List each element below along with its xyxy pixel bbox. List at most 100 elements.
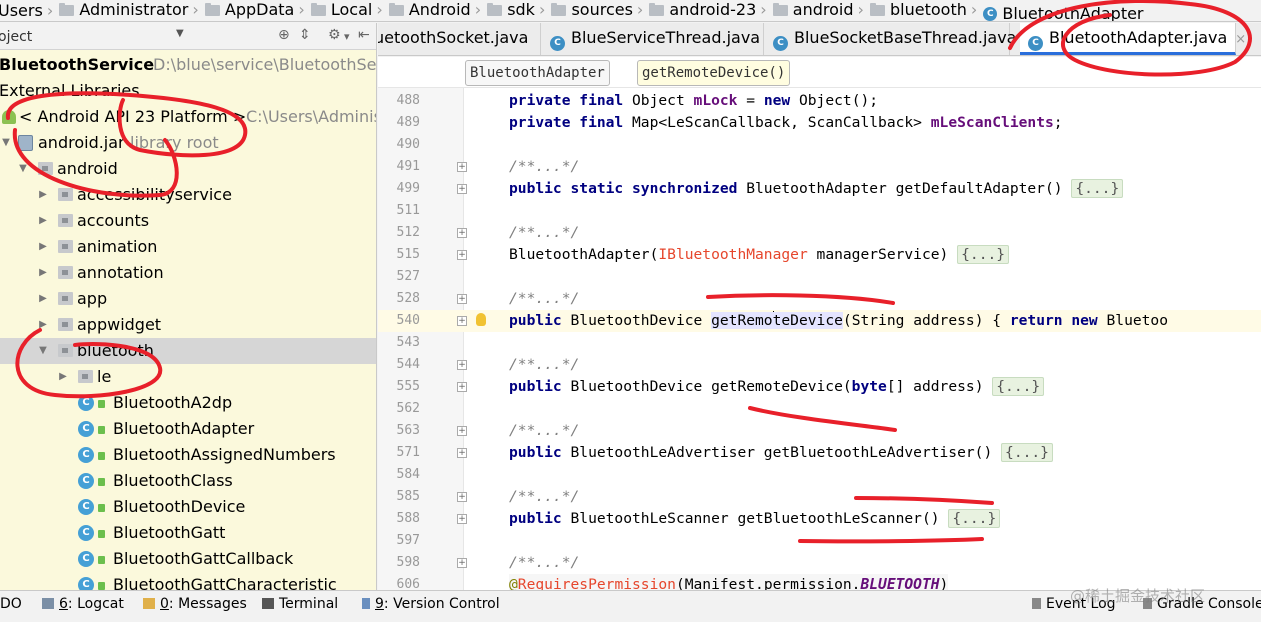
collapse-all-icon[interactable]: ⇕ xyxy=(299,27,311,43)
expand-arrow-icon[interactable]: ▼ xyxy=(17,156,29,182)
tab-label: BluetoothAdapter.java xyxy=(1049,28,1228,47)
folded-comment[interactable]: /**...*/ xyxy=(509,420,579,442)
tree-item-project-root[interactable]: BluetoothService D:\blue\service\Bluetoo… xyxy=(0,52,376,78)
folded-comment[interactable]: /**...*/ xyxy=(509,354,579,376)
code-line: 571 + public BluetoothLeAdvertiser getBl… xyxy=(378,442,1261,464)
todo-tool-button[interactable]: DO xyxy=(0,596,22,612)
code-line: 598 + /**...*/ xyxy=(378,552,1261,574)
terminal-tool-button[interactable]: Terminal xyxy=(262,596,338,612)
tree-item-class[interactable]: C BluetoothClass xyxy=(0,468,376,494)
tree-item-class[interactable]: C BluetoothGattCallback xyxy=(0,546,376,572)
sync-target-icon[interactable]: ⊕ xyxy=(278,27,290,43)
breadcrumb-item-sdk[interactable]: sdk › xyxy=(485,0,550,20)
breadcrumb-item-users[interactable]: Users › xyxy=(0,1,58,21)
tree-item-class[interactable]: C BluetoothAssignedNumbers xyxy=(0,442,376,468)
tree-item-class[interactable]: C BluetoothAdapter xyxy=(0,416,376,442)
fold-expand-icon[interactable]: + xyxy=(457,426,467,436)
tree-item-package[interactable]: ▶ accounts xyxy=(0,208,376,234)
editor-breadcrumb-class[interactable]: BluetoothAdapter xyxy=(465,60,610,86)
project-view-selector[interactable]: oject xyxy=(0,29,32,45)
code-line: 511 xyxy=(378,200,1261,222)
breadcrumb-item-local[interactable]: Local › xyxy=(309,0,388,20)
expand-arrow-icon[interactable]: ▶ xyxy=(57,364,69,390)
folded-body[interactable]: {...} xyxy=(992,377,1045,396)
chevron-down-icon[interactable]: ▼ xyxy=(176,28,184,39)
gear-icon[interactable]: ⚙ xyxy=(328,27,341,43)
dropdown-arrow-icon[interactable]: ▾ xyxy=(344,30,350,43)
folded-comment[interactable]: /**...*/ xyxy=(509,552,579,574)
folded-comment[interactable]: /**...*/ xyxy=(509,156,579,178)
tab-bluetoothsocket[interactable]: uetoothSocket.java xyxy=(378,23,541,55)
editor-breadcrumb-method[interactable]: getRemoteDevice() xyxy=(637,60,791,86)
expand-arrow-icon[interactable]: ▶ xyxy=(37,286,49,312)
tree-item-package-le[interactable]: ▶ le xyxy=(0,364,376,390)
expand-arrow-icon[interactable]: ▼ xyxy=(37,338,49,364)
expand-arrow-icon[interactable]: ▼ xyxy=(0,130,12,156)
folded-body[interactable]: {...} xyxy=(948,509,1001,528)
breadcrumb-item-android[interactable]: Android › xyxy=(387,0,486,20)
tree-item-package[interactable]: ▶ accessibilityservice xyxy=(0,182,376,208)
tree-item-class[interactable]: C BluetoothDevice xyxy=(0,494,376,520)
package-icon xyxy=(38,162,53,175)
tree-item-package[interactable]: ▶ annotation xyxy=(0,260,376,286)
tree-item-package-android[interactable]: ▼ android xyxy=(0,156,376,182)
fold-expand-icon[interactable]: + xyxy=(457,558,467,568)
folded-body[interactable]: {...} xyxy=(1071,179,1124,198)
fold-expand-icon[interactable]: + xyxy=(457,250,467,260)
expand-arrow-icon[interactable]: ▶ xyxy=(37,260,49,286)
tree-item-label: app xyxy=(77,289,108,308)
expand-arrow-icon[interactable]: ▶ xyxy=(37,182,49,208)
tree-item-class[interactable]: C BluetoothA2dp xyxy=(0,390,376,416)
class-icon: C xyxy=(78,525,94,541)
lightbulb-icon[interactable] xyxy=(476,313,486,326)
expand-arrow-icon[interactable]: ▶ xyxy=(37,312,49,338)
fold-expand-icon[interactable]: + xyxy=(457,228,467,238)
code-text: public BluetoothLeScanner getBluetoothLe… xyxy=(509,508,1001,530)
fold-expand-icon[interactable]: + xyxy=(457,514,467,524)
tree-item-class[interactable]: C BluetoothGatt xyxy=(0,520,376,546)
class-icon: C xyxy=(1028,36,1043,51)
tree-item-package[interactable]: ▶ animation xyxy=(0,234,376,260)
tree-item-class[interactable]: C BluetoothGattCharacteristic xyxy=(0,572,376,590)
fold-expand-icon[interactable]: + xyxy=(457,162,467,172)
code-editor[interactable]: BluetoothAdapter getRemoteDevice() 488 p… xyxy=(378,57,1261,590)
folder-icon xyxy=(551,2,567,16)
fold-expand-icon[interactable]: + xyxy=(457,360,467,370)
tab-bluetoothadapter[interactable]: C BluetoothAdapter.java × xyxy=(1020,23,1246,55)
breadcrumb-item-bluetooth[interactable]: bluetooth › xyxy=(868,0,982,20)
lock-icon xyxy=(98,504,105,512)
expand-arrow-icon[interactable]: ▶ xyxy=(37,208,49,234)
fold-expand-icon[interactable]: + xyxy=(457,316,467,326)
breadcrumb-item-android-pkg[interactable]: android › xyxy=(771,0,869,20)
breadcrumb-item-android-23[interactable]: android-23 › xyxy=(647,0,771,20)
fold-expand-icon[interactable]: + xyxy=(457,294,467,304)
breadcrumb-item-administrator[interactable]: Administrator › xyxy=(57,0,203,20)
tree-item-package[interactable]: ▶ app xyxy=(0,286,376,312)
version-control-tool-button[interactable]: 9: Version Control xyxy=(362,596,500,612)
breadcrumb-item-sources[interactable]: sources › xyxy=(549,0,648,20)
hide-panel-icon[interactable]: ⇤ xyxy=(358,27,370,43)
messages-tool-button[interactable]: 0: Messages xyxy=(143,596,247,612)
logcat-tool-button[interactable]: 6: Logcat xyxy=(42,596,124,612)
expand-arrow-icon[interactable]: ▶ xyxy=(37,234,49,260)
fold-expand-icon[interactable]: + xyxy=(457,184,467,194)
close-icon[interactable]: × xyxy=(1235,32,1246,47)
tab-bluesocketbasethread[interactable]: C BlueSocketBaseThread.java xyxy=(765,23,1016,55)
tree-item-package[interactable]: ▶ appwidget xyxy=(0,312,376,338)
folded-comment[interactable]: /**...*/ xyxy=(509,486,579,508)
folded-body[interactable]: {...} xyxy=(1001,443,1053,462)
fold-expand-icon[interactable]: + xyxy=(457,492,467,502)
tree-item-package-bluetooth[interactable]: ▼ bluetooth xyxy=(0,338,376,364)
tree-item-android-platform[interactable]: < Android API 23 Platform > C:\Users\Adm… xyxy=(0,104,376,130)
folded-comment[interactable]: /**...*/ xyxy=(509,222,579,244)
fold-expand-icon[interactable]: + xyxy=(457,382,467,392)
tree-item-android-jar[interactable]: ▼ android.jar library root xyxy=(0,130,376,156)
code-line: 555 + public BluetoothDevice getRemoteDe… xyxy=(378,376,1261,398)
folded-comment[interactable]: /**...*/ xyxy=(509,288,579,310)
breadcrumb-item-bluetoothadapter[interactable]: C BluetoothAdapter xyxy=(981,4,1144,21)
tree-item-external-libraries[interactable]: External Libraries xyxy=(0,78,376,104)
tab-blueservicethread[interactable]: C BlueServiceThread.java xyxy=(542,23,764,55)
fold-expand-icon[interactable]: + xyxy=(457,448,467,458)
breadcrumb-item-appdata[interactable]: AppData › xyxy=(203,0,310,20)
folded-body[interactable]: {...} xyxy=(957,245,1010,264)
